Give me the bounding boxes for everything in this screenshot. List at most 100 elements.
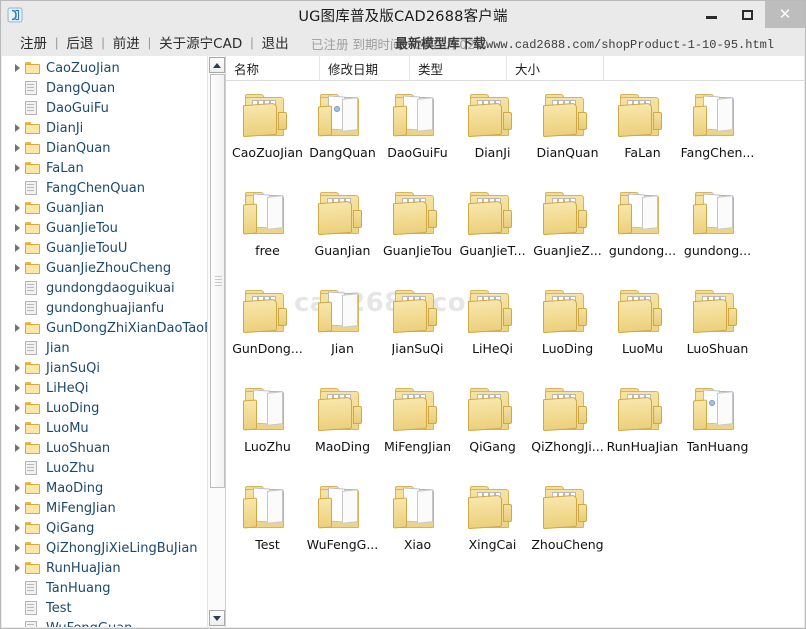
file-tile[interactable]: FangChen... — [680, 88, 755, 186]
tree-item[interactable]: LuoShuan — [2, 438, 207, 458]
expand-arrow-icon[interactable] — [9, 64, 25, 72]
column-header-size[interactable]: 大小 — [507, 56, 604, 80]
close-button[interactable]: ✕ — [765, 1, 805, 28]
folder-tree[interactable]: CaoZuoJian DangQuan DaoGuiFu DianJi DianQuan… — [2, 58, 207, 627]
expand-arrow-icon[interactable] — [9, 264, 25, 272]
tree-item[interactable]: GunDongZhiXianDaoTaoFu — [2, 318, 207, 338]
file-tile[interactable]: DianQuan — [530, 88, 605, 186]
file-tile[interactable]: gundong... — [605, 186, 680, 284]
tree-item[interactable]: QiZhongJiXieLingBuJian — [2, 538, 207, 558]
expand-arrow-icon[interactable] — [9, 504, 25, 512]
expand-arrow-icon[interactable] — [9, 124, 25, 132]
tree-item[interactable]: LuoZhu — [2, 458, 207, 478]
file-tile[interactable]: ZhouCheng — [530, 480, 605, 578]
expand-arrow-icon[interactable] — [9, 444, 25, 452]
file-tile[interactable]: LiHeQi — [455, 284, 530, 382]
tree-item[interactable]: Test — [2, 598, 207, 618]
tree-item[interactable]: GuanJieZhouCheng — [2, 258, 207, 278]
maximize-button[interactable] — [729, 1, 765, 28]
tree-item[interactable]: gundongdaoguikuai — [2, 278, 207, 298]
column-header-name[interactable]: 名称 — [226, 56, 320, 80]
expand-arrow-icon[interactable] — [9, 384, 25, 392]
tree-item[interactable]: LiHeQi — [2, 378, 207, 398]
tree-item[interactable]: DaoGuiFu — [2, 98, 207, 118]
file-tile[interactable]: WuFengG... — [305, 480, 380, 578]
file-tile[interactable]: DianJi — [455, 88, 530, 186]
file-tile[interactable]: free — [230, 186, 305, 284]
scroll-up-button[interactable] — [209, 57, 225, 73]
tree-item[interactable]: Jian — [2, 338, 207, 358]
tree-item[interactable]: QiGang — [2, 518, 207, 538]
menu-item-back[interactable]: 后退 — [59, 32, 100, 52]
tree-item[interactable]: FangChenQuan — [2, 178, 207, 198]
file-tile[interactable]: RunHuaJian — [605, 382, 680, 480]
tree-item[interactable]: DianJi — [2, 118, 207, 138]
promo-link[interactable]: 最新模型库下载www.cad2688.com/shopProduct-1-10-… — [395, 33, 774, 52]
file-tile[interactable]: GuanJieT... — [455, 186, 530, 284]
column-header-blank[interactable] — [604, 56, 804, 80]
minimize-button[interactable] — [693, 1, 729, 28]
file-tile[interactable]: gundong... — [680, 186, 755, 284]
tree-item[interactable]: CaoZuoJian — [2, 58, 207, 78]
expand-arrow-icon[interactable] — [9, 144, 25, 152]
file-tile[interactable]: LuoZhu — [230, 382, 305, 480]
file-tile[interactable]: Xiao — [380, 480, 455, 578]
file-tile[interactable]: CaoZuoJian — [230, 88, 305, 186]
expand-arrow-icon[interactable] — [9, 524, 25, 532]
tree-item[interactable]: GuanJian — [2, 198, 207, 218]
expand-arrow-icon[interactable] — [9, 224, 25, 232]
file-tile[interactable]: QiZhongJi... — [530, 382, 605, 480]
tree-item[interactable]: MiFengJian — [2, 498, 207, 518]
menu-item-about[interactable]: 关于源宁CAD — [152, 32, 249, 52]
expand-arrow-icon[interactable] — [9, 424, 25, 432]
expand-arrow-icon[interactable] — [9, 484, 25, 492]
file-tile[interactable]: MiFengJian — [380, 382, 455, 480]
file-tile[interactable]: MaoDing — [305, 382, 380, 480]
file-tile[interactable]: JianSuQi — [380, 284, 455, 382]
scroll-down-button[interactable] — [209, 610, 225, 626]
expand-arrow-icon[interactable] — [9, 164, 25, 172]
tree-item[interactable]: TanHuang — [2, 578, 207, 598]
tree-item[interactable]: DianQuan — [2, 138, 207, 158]
menu-item-register[interactable]: 注册 — [13, 32, 54, 52]
tree-item[interactable]: GuanJieTou — [2, 218, 207, 238]
tree-item[interactable]: DangQuan — [2, 78, 207, 98]
tree-item[interactable]: gundonghuajianfu — [2, 298, 207, 318]
file-tile[interactable]: FaLan — [605, 88, 680, 186]
file-tile[interactable]: LuoMu — [605, 284, 680, 382]
file-tile[interactable]: LuoShuan — [680, 284, 755, 382]
tree-item[interactable]: LuoMu — [2, 418, 207, 438]
file-tile[interactable]: GuanJieTou — [380, 186, 455, 284]
expand-arrow-icon[interactable] — [9, 564, 25, 572]
file-tile[interactable]: GunDong... — [230, 284, 305, 382]
expand-arrow-icon[interactable] — [9, 204, 25, 212]
expand-arrow-icon[interactable] — [9, 244, 25, 252]
file-tile[interactable]: GuanJian — [305, 186, 380, 284]
file-tile[interactable]: GuanJieZ... — [530, 186, 605, 284]
file-tile[interactable]: XingCai — [455, 480, 530, 578]
file-tile[interactable]: LuoDing — [530, 284, 605, 382]
menu-item-exit[interactable]: 退出 — [255, 32, 296, 52]
file-tile[interactable]: TanHuang — [680, 382, 755, 480]
tree-scrollbar[interactable] — [207, 56, 225, 627]
column-header-date[interactable]: 修改日期 — [320, 56, 410, 80]
expand-arrow-icon[interactable] — [9, 544, 25, 552]
file-tile[interactable]: Test — [230, 480, 305, 578]
scrollbar-thumb[interactable] — [210, 74, 225, 488]
file-tile[interactable]: DaoGuiFu — [380, 88, 455, 186]
file-tile[interactable]: QiGang — [455, 382, 530, 480]
expand-arrow-icon[interactable] — [9, 404, 25, 412]
tree-item[interactable]: WuFengGuan — [2, 618, 207, 627]
menu-item-forward[interactable]: 前进 — [106, 32, 147, 52]
tree-item[interactable]: GuanJieTouU — [2, 238, 207, 258]
file-tile[interactable]: DangQuan — [305, 88, 380, 186]
column-header-type[interactable]: 类型 — [410, 56, 507, 80]
tree-item[interactable]: RunHuaJian — [2, 558, 207, 578]
tree-item[interactable]: FaLan — [2, 158, 207, 178]
expand-arrow-icon[interactable] — [9, 364, 25, 372]
tree-item[interactable]: LuoDing — [2, 398, 207, 418]
tree-item[interactable]: JianSuQi — [2, 358, 207, 378]
tree-item[interactable]: MaoDing — [2, 478, 207, 498]
file-tile[interactable]: Jian — [305, 284, 380, 382]
file-grid[interactable]: CaoZuoJian DangQuan DaoGuiFu DianJi DianQuan… — [226, 81, 804, 627]
